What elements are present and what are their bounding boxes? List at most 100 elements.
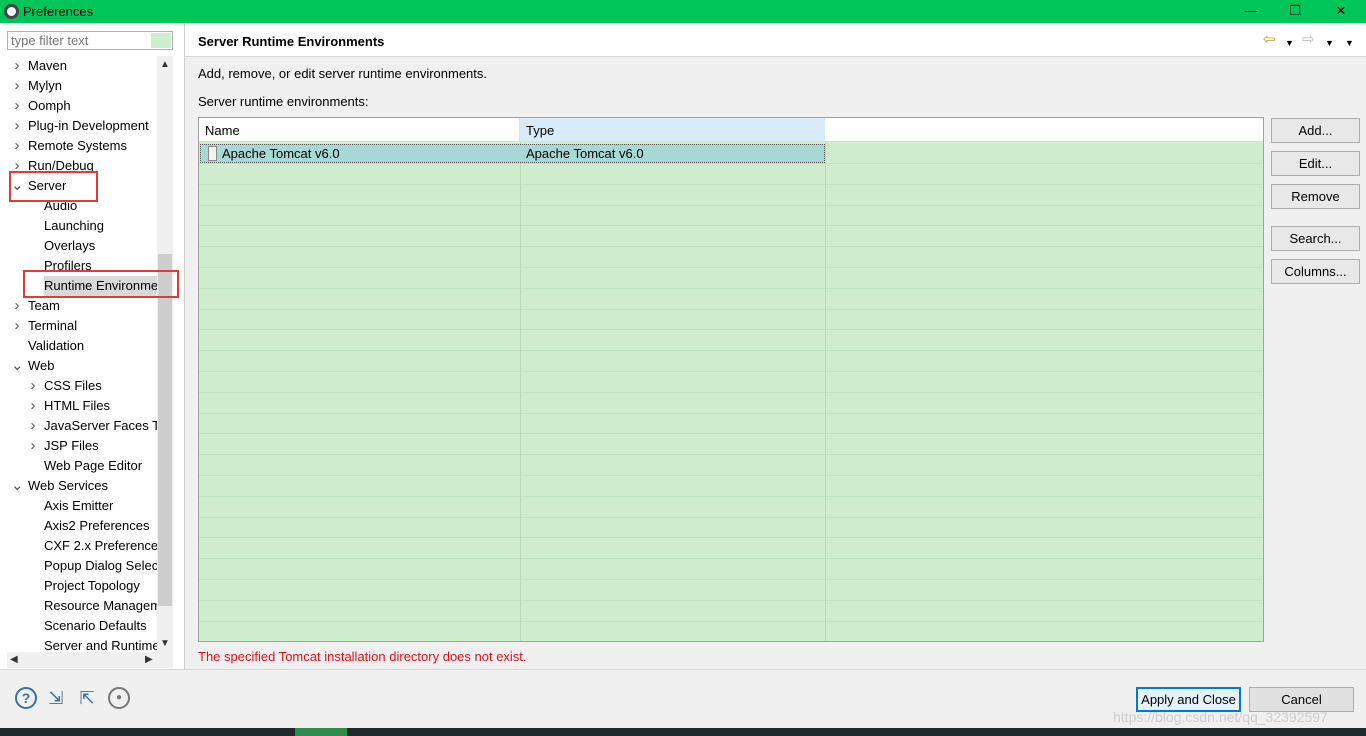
tree-item[interactable]: Overlays: [0, 236, 157, 256]
tree-item[interactable]: Axis2 Preferences: [0, 516, 157, 536]
record-icon[interactable]: ●: [108, 687, 130, 709]
chevron-right-icon[interactable]: ›: [11, 136, 23, 156]
tree-item-label: Maven: [28, 58, 68, 73]
tree-horizontal-scrollbar[interactable]: ◀ ▶: [7, 652, 173, 668]
table-column-divider: [520, 142, 521, 641]
scroll-right-icon[interactable]: ▶: [145, 652, 153, 668]
view-menu-chevron-icon[interactable]: ▼: [1345, 35, 1354, 51]
add-button[interactable]: Add...: [1271, 118, 1360, 143]
chevron-right-icon[interactable]: ›: [27, 376, 39, 396]
tree-item[interactable]: › Team: [0, 296, 157, 316]
tree-item[interactable]: Resource Managem: [0, 596, 157, 616]
scroll-down-icon[interactable]: ▼: [157, 635, 173, 652]
taskbar-active-app[interactable]: [295, 728, 347, 736]
scroll-up-icon[interactable]: ▲: [157, 56, 173, 73]
filter-input[interactable]: [7, 31, 173, 50]
taskbar: [0, 728, 1366, 736]
edit-button[interactable]: Edit...: [1271, 151, 1360, 176]
table-row-divider: [199, 517, 1263, 518]
chevron-right-icon[interactable]: ›: [11, 316, 23, 336]
chevron-right-icon[interactable]: ›: [27, 416, 39, 436]
error-message: The specified Tomcat installation direct…: [198, 649, 527, 664]
tree-item-label: Resource Managem: [44, 598, 157, 613]
tree-item[interactable]: Project Topology: [0, 576, 157, 596]
remove-button[interactable]: Remove: [1271, 184, 1360, 209]
tree-item[interactable]: › Run/Debug: [0, 156, 157, 176]
tree-item[interactable]: › Maven: [0, 56, 157, 76]
back-menu-chevron-icon[interactable]: ▼: [1285, 35, 1294, 51]
export-icon[interactable]: ⇱: [76, 687, 98, 709]
table-row-divider: [199, 205, 1263, 206]
chevron-right-icon[interactable]: ›: [11, 156, 23, 176]
columns-button[interactable]: Columns...: [1271, 259, 1360, 284]
tree-item[interactable]: › Mylyn: [0, 76, 157, 96]
window-title: Preferences: [23, 4, 94, 19]
tree-item[interactable]: › Plug-in Development: [0, 116, 157, 136]
forward-menu-chevron-icon[interactable]: ▼: [1325, 35, 1334, 51]
tree-item[interactable]: Popup Dialog Selec: [0, 556, 157, 576]
chevron-right-icon[interactable]: ›: [11, 56, 23, 76]
tree-item[interactable]: Axis Emitter: [0, 496, 157, 516]
tree-item[interactable]: Scenario Defaults: [0, 616, 157, 636]
import-icon[interactable]: ⇲: [45, 687, 67, 709]
help-icon[interactable]: ?: [15, 687, 37, 709]
close-button[interactable]: ✕: [1318, 0, 1364, 23]
tree-item[interactable]: Profilers: [0, 256, 157, 276]
chevron-right-icon[interactable]: ›: [11, 96, 23, 116]
chevron-right-icon[interactable]: ›: [11, 76, 23, 96]
chevron-right-icon[interactable]: ›: [11, 296, 23, 316]
tree-item[interactable]: ⌄ Web: [0, 356, 157, 376]
tree-item[interactable]: › CSS Files: [0, 376, 157, 396]
table-row-divider: [199, 496, 1263, 497]
tree-item[interactable]: ⌄ Web Services: [0, 476, 157, 496]
restore-button[interactable]: ❐: [1272, 0, 1318, 23]
minimize-button[interactable]: —: [1228, 0, 1274, 23]
tree-item[interactable]: › Oomph: [0, 96, 157, 116]
chevron-down-icon[interactable]: ⌄: [11, 356, 24, 376]
tree-item[interactable]: › HTML Files: [0, 396, 157, 416]
tree-item-label: JSP Files: [44, 438, 99, 453]
table-cell-type: Apache Tomcat v6.0: [526, 146, 644, 161]
page-title: Server Runtime Environments: [198, 34, 385, 49]
tree-item[interactable]: Server and Runtime: [0, 636, 157, 652]
table-column-divider: [825, 142, 826, 641]
tree-item[interactable]: CXF 2.x Preferences: [0, 536, 157, 556]
tree-item[interactable]: Web Page Editor: [0, 456, 157, 476]
scrollbar-thumb[interactable]: [158, 254, 172, 606]
chevron-right-icon[interactable]: ›: [11, 116, 23, 136]
tree-item-label: Launching: [44, 218, 104, 233]
tree-item[interactable]: Audio: [0, 196, 157, 216]
chevron-down-icon[interactable]: ⌄: [11, 176, 24, 196]
tree-item-label: Web: [28, 358, 55, 373]
tree-item[interactable]: › Remote Systems: [0, 136, 157, 156]
column-header-type[interactable]: Type: [520, 118, 825, 142]
tree-item[interactable]: › JSP Files: [0, 436, 157, 456]
search-button[interactable]: Search...: [1271, 226, 1360, 251]
tree-item-label: Plug-in Development: [28, 118, 149, 133]
tree-item[interactable]: › Terminal: [0, 316, 157, 336]
tree-item[interactable]: Launching: [0, 216, 157, 236]
clear-filter-icon[interactable]: [151, 33, 171, 48]
tree-item-label: Popup Dialog Selec: [44, 558, 157, 573]
tree-vertical-scrollbar[interactable]: ▲ ▼: [157, 56, 173, 652]
column-header-name[interactable]: Name: [199, 118, 520, 142]
table-row-divider: [199, 288, 1263, 289]
tree-item[interactable]: Validation: [0, 336, 157, 356]
chevron-down-icon[interactable]: ⌄: [11, 476, 24, 496]
chevron-right-icon[interactable]: ›: [27, 436, 39, 456]
table-row-divider: [199, 621, 1263, 622]
forward-arrow-icon[interactable]: ⇨: [1302, 32, 1315, 48]
tree-item-label: Overlays: [44, 238, 96, 253]
tree-item[interactable]: Runtime Environme: [0, 276, 157, 296]
runtime-table[interactable]: Name Type Apache Tomcat v6.0 Apache Tomc…: [198, 117, 1264, 642]
tree-item-label: Validation: [28, 338, 85, 353]
tree-item[interactable]: ⌄ Server: [0, 176, 157, 196]
preference-page: Server Runtime Environments ⇦ ▼ ⇨ ▼ ▼ Ad…: [184, 23, 1366, 669]
table-row-divider: [199, 246, 1263, 247]
tree-item[interactable]: › JavaServer Faces To: [0, 416, 158, 436]
tree-item-label: JavaServer Faces To: [44, 418, 157, 433]
chevron-right-icon[interactable]: ›: [27, 396, 39, 416]
back-arrow-icon[interactable]: ⇦: [1263, 32, 1276, 48]
scroll-left-icon[interactable]: ◀: [10, 652, 18, 668]
tree-item-label: Axis Emitter: [44, 498, 114, 513]
